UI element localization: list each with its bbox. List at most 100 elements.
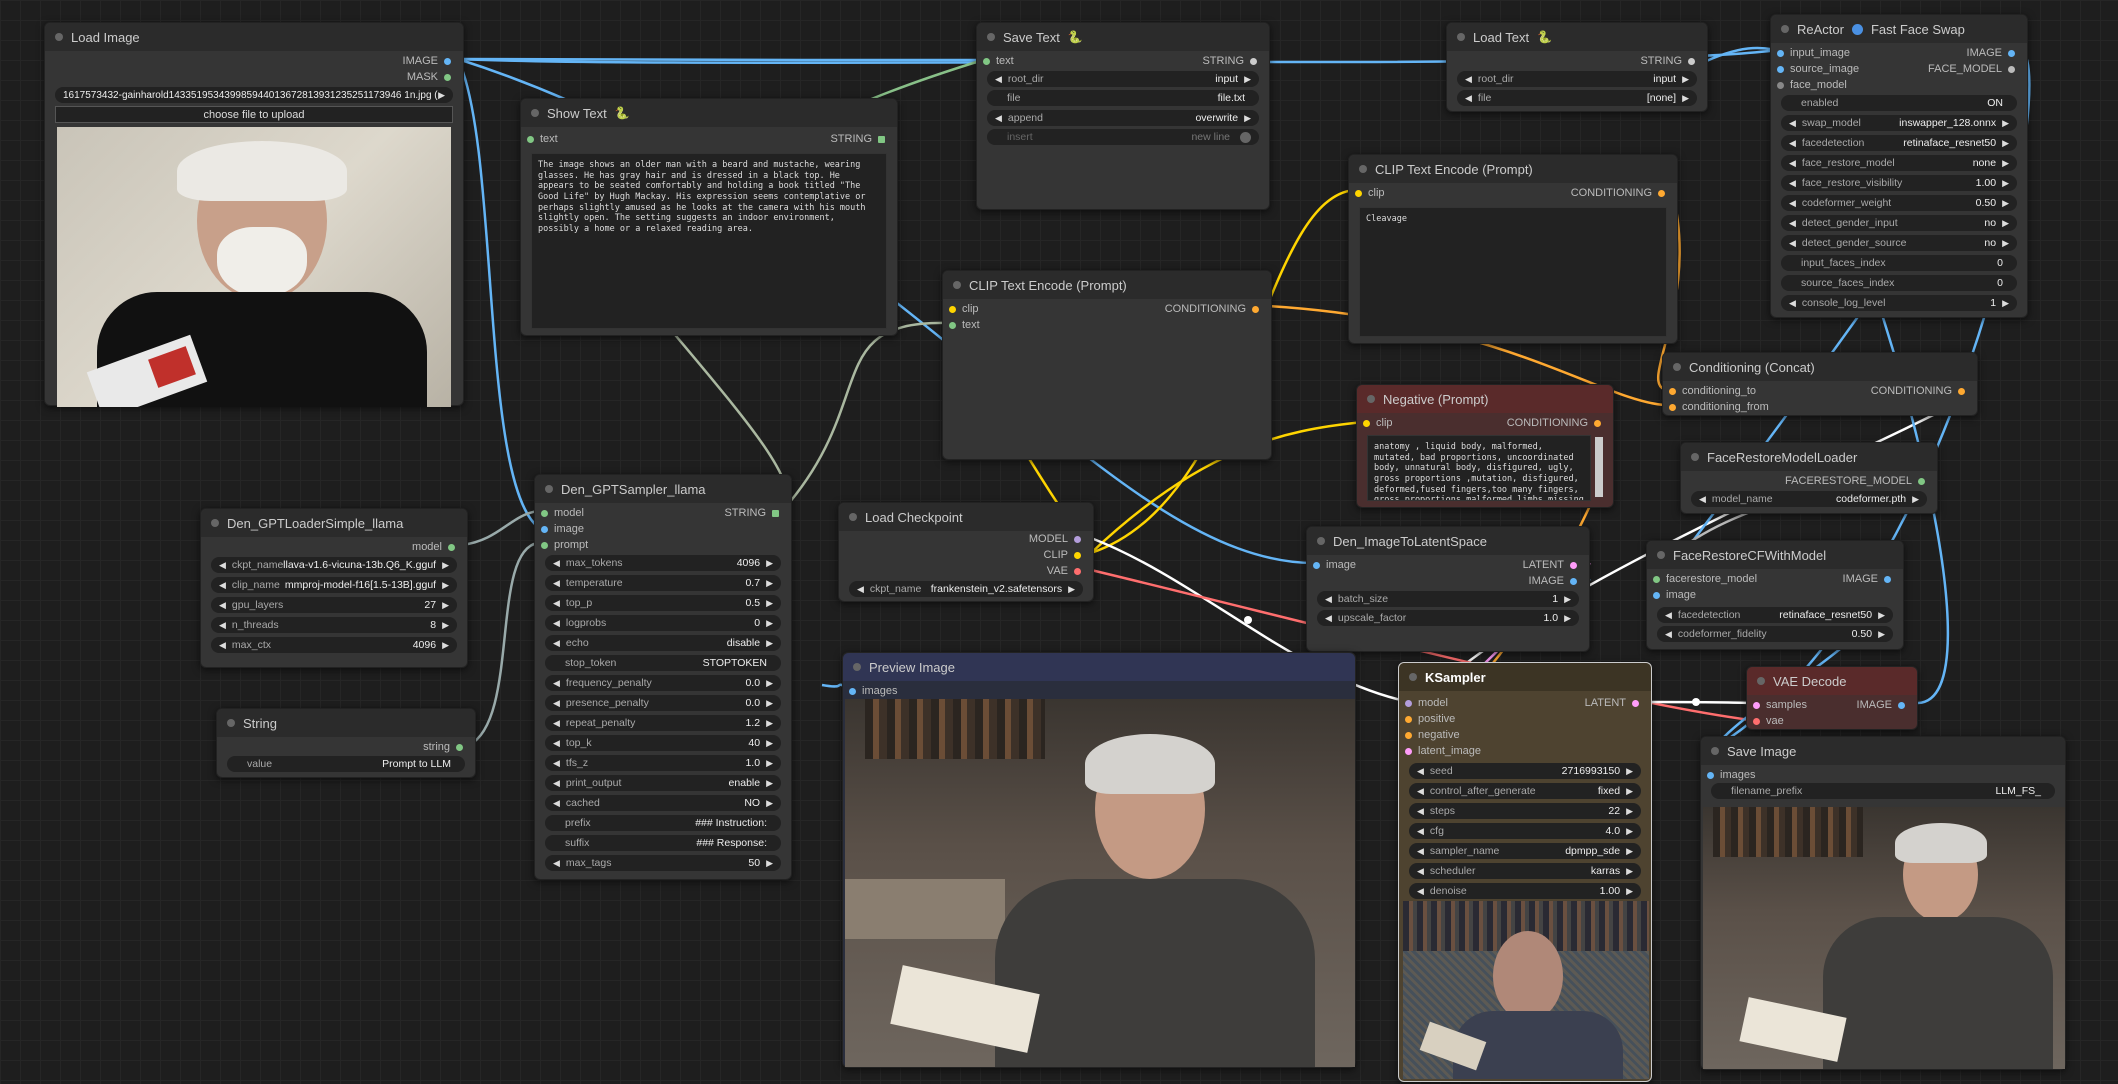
widget-logprobs[interactable]: ◀ logprobs 0 ▶ xyxy=(545,615,781,631)
output-conditioning-socket[interactable] xyxy=(1958,387,1965,395)
arrow-left-icon[interactable]: ◀ xyxy=(553,738,560,749)
save-image-node[interactable]: Save Image images filename_prefix LLM_FS_ xyxy=(1700,736,2066,1070)
input-text-socket[interactable] xyxy=(949,321,956,329)
arrow-left-icon[interactable]: ◀ xyxy=(553,698,560,709)
widget-frequency-penalty[interactable]: ◀ frequency_penalty 0.0 ▶ xyxy=(545,675,781,691)
source-image-socket[interactable] xyxy=(1777,65,1784,73)
input-negative-socket[interactable] xyxy=(1405,731,1412,739)
input-model-socket[interactable] xyxy=(1653,575,1660,583)
arrow-left-icon[interactable]: ◀ xyxy=(995,74,1002,85)
output-latent-socket[interactable] xyxy=(1632,699,1639,707)
arrow-left-icon[interactable]: ◀ xyxy=(219,560,226,571)
arrow-right-icon[interactable]: ▶ xyxy=(766,638,773,649)
output-image-socket[interactable] xyxy=(1884,575,1891,583)
arrow-right-icon[interactable]: ▶ xyxy=(1564,594,1571,605)
widget-facedetection[interactable]: ◀ facedetection retinaface_resnet50 ▶ xyxy=(1781,135,2017,151)
widget-prefix[interactable]: prefix ### Instruction: xyxy=(545,815,781,831)
arrow-left-icon[interactable]: ◀ xyxy=(219,600,226,611)
negative-textarea[interactable]: anatomy , liquid body, malformed, mutate… xyxy=(1367,435,1591,501)
image-to-latent-node[interactable]: Den_ImageToLatentSpace image LATENT IMAG… xyxy=(1306,526,1590,652)
input-text-socket[interactable] xyxy=(527,135,534,143)
arrow-left-icon[interactable]: ◀ xyxy=(1665,610,1672,621)
output-string-socket[interactable] xyxy=(772,509,779,517)
arrow-right-icon[interactable]: ▶ xyxy=(1626,886,1633,897)
arrow-left-icon[interactable]: ◀ xyxy=(219,620,226,631)
input-clip-socket[interactable] xyxy=(1363,419,1370,427)
input-prompt-socket[interactable] xyxy=(541,541,548,549)
facedetection-combo[interactable]: ◀ facedetection retinaface_resnet50 ▶ xyxy=(1657,607,1893,623)
widget-gpu-layers[interactable]: ◀ gpu_layers 27 ▶ xyxy=(211,597,457,613)
arrow-right-icon[interactable]: ▶ xyxy=(2002,118,2009,129)
input-latent-socket[interactable] xyxy=(1405,747,1412,755)
input-positive-socket[interactable] xyxy=(1405,715,1412,723)
arrow-right-icon[interactable]: ▶ xyxy=(438,90,445,101)
arrow-right-icon[interactable]: ▶ xyxy=(1878,610,1885,621)
arrow-right-icon[interactable]: ▶ xyxy=(1068,584,1075,595)
output-mask-socket[interactable] xyxy=(444,73,451,81)
arrow-left-icon[interactable]: ◀ xyxy=(1789,138,1796,149)
input-vae-socket[interactable] xyxy=(1753,717,1760,725)
arrow-right-icon[interactable]: ▶ xyxy=(2002,138,2009,149)
arrow-left-icon[interactable]: ◀ xyxy=(1325,594,1332,605)
arrow-right-icon[interactable]: ▶ xyxy=(2002,178,2009,189)
arrow-right-icon[interactable]: ▶ xyxy=(1912,494,1919,505)
arrow-right-icon[interactable]: ▶ xyxy=(2002,158,2009,169)
arrow-right-icon[interactable]: ▶ xyxy=(1626,806,1633,817)
output-model-socket[interactable] xyxy=(1074,535,1081,543)
widget-tfs-z[interactable]: ◀ tfs_z 1.0 ▶ xyxy=(545,755,781,771)
widget-repeat-penalty[interactable]: ◀ repeat_penalty 1.2 ▶ xyxy=(545,715,781,731)
load-text-node[interactable]: Load Text 🐍 STRING ◀ root_dir input ▶ ◀ file [… xyxy=(1446,22,1708,112)
arrow-right-icon[interactable]: ▶ xyxy=(766,698,773,709)
arrow-left-icon[interactable]: ◀ xyxy=(553,558,560,569)
arrow-left-icon[interactable]: ◀ xyxy=(553,758,560,769)
widget-seed[interactable]: ◀ seed 2716993150 ▶ xyxy=(1409,763,1641,779)
arrow-right-icon[interactable]: ▶ xyxy=(766,678,773,689)
vae-decode-node[interactable]: VAE Decode samples IMAGE vae xyxy=(1746,666,1918,730)
output-vae-socket[interactable] xyxy=(1074,567,1081,575)
arrow-right-icon[interactable]: ▶ xyxy=(1564,613,1571,624)
arrow-right-icon[interactable]: ▶ xyxy=(766,778,773,789)
arrow-left-icon[interactable]: ◀ xyxy=(553,618,560,629)
collapse-dot-icon[interactable] xyxy=(1409,673,1417,681)
conditioning-concat-node[interactable]: Conditioning (Concat) conditioning_to CO… xyxy=(1662,352,1978,416)
input-clip-socket[interactable] xyxy=(949,305,956,313)
gpt-loader-node[interactable]: Den_GPTLoaderSimple_llama model ◀ ckpt_na… xyxy=(200,508,468,668)
output-conditioning-socket[interactable] xyxy=(1594,419,1601,427)
output-string-socket[interactable] xyxy=(1688,57,1695,65)
input-cond-to-socket[interactable] xyxy=(1669,387,1676,395)
arrow-left-icon[interactable]: ◀ xyxy=(1665,629,1672,640)
arrow-right-icon[interactable]: ▶ xyxy=(442,560,449,571)
value-text-input[interactable]: value Prompt to LLM xyxy=(227,756,465,772)
load-checkpoint-node[interactable]: Load Checkpoint MODEL CLIP VAE ◀ ckpt_nam… xyxy=(838,502,1094,602)
load-image-node[interactable]: Load Image IMAGE MASK 1617573432-gainhar… xyxy=(44,22,464,407)
arrow-right-icon[interactable]: ▶ xyxy=(766,738,773,749)
arrow-left-icon[interactable]: ◀ xyxy=(1417,786,1424,797)
arrow-left-icon[interactable]: ◀ xyxy=(1417,826,1424,837)
output-image-socket[interactable] xyxy=(1898,701,1905,709)
arrow-left-icon[interactable]: ◀ xyxy=(1417,806,1424,817)
arrow-right-icon[interactable]: ▶ xyxy=(766,598,773,609)
output-image-socket[interactable] xyxy=(2008,49,2015,57)
widget-top-k[interactable]: ◀ top_k 40 ▶ xyxy=(545,735,781,751)
collapse-dot-icon[interactable] xyxy=(55,33,63,41)
collapse-dot-icon[interactable] xyxy=(849,513,857,521)
widget-max-ctx[interactable]: ◀ max_ctx 4096 ▶ xyxy=(211,637,457,653)
arrow-right-icon[interactable]: ▶ xyxy=(2002,298,2009,309)
arrow-left-icon[interactable]: ◀ xyxy=(219,640,226,651)
input-images-socket[interactable] xyxy=(849,687,856,695)
arrow-left-icon[interactable]: ◀ xyxy=(553,578,560,589)
arrow-left-icon[interactable]: ◀ xyxy=(1789,238,1796,249)
arrow-left-icon[interactable]: ◀ xyxy=(553,858,560,869)
show-text-content[interactable]: The image shows an older man with a bear… xyxy=(531,153,887,329)
arrow-right-icon[interactable]: ▶ xyxy=(766,858,773,869)
widget-input-faces-index[interactable]: input_faces_index 0 xyxy=(1781,255,2017,271)
widget-denoise[interactable]: ◀ denoise 1.00 ▶ xyxy=(1409,883,1641,899)
arrow-right-icon[interactable]: ▶ xyxy=(442,640,449,651)
collapse-dot-icon[interactable] xyxy=(1359,165,1367,173)
face-model-socket[interactable] xyxy=(1777,81,1784,89)
collapse-dot-icon[interactable] xyxy=(1317,537,1325,545)
negative-prompt-node[interactable]: Negative (Prompt) clip CONDITIONING anat… xyxy=(1356,384,1614,508)
arrow-left-icon[interactable]: ◀ xyxy=(857,584,864,595)
widget-source-faces-index[interactable]: source_faces_index 0 xyxy=(1781,275,2017,291)
collapse-dot-icon[interactable] xyxy=(853,663,861,671)
